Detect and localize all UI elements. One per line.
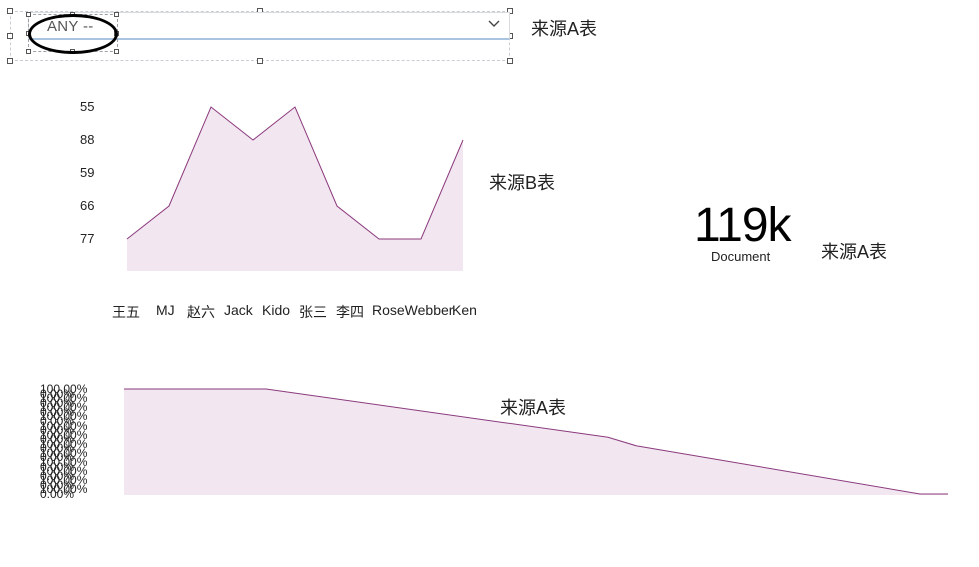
area-chart-percent — [124, 388, 948, 495]
chart2-y-tick: 0.00% — [40, 487, 75, 501]
source-label-area-chart: 来源A表 — [500, 398, 567, 418]
